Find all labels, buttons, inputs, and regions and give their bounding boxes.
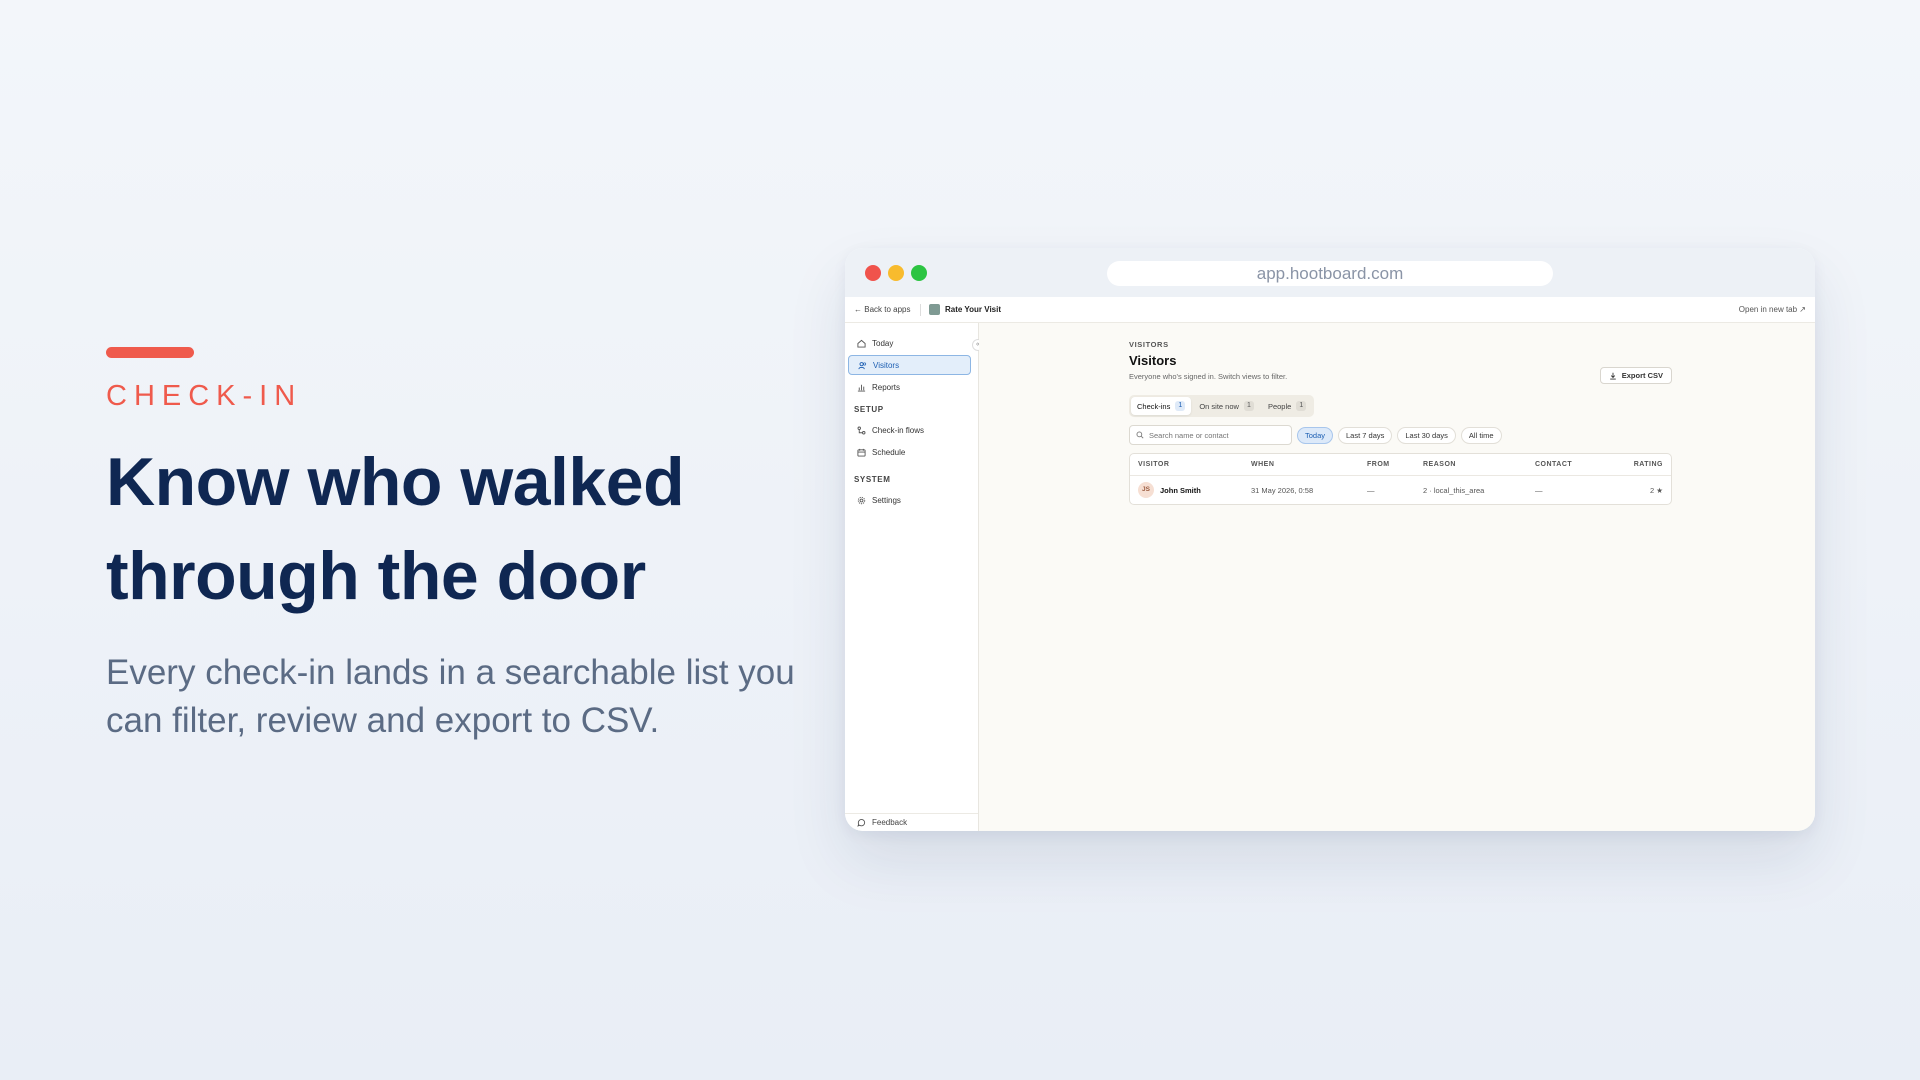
tab-label: Check-ins	[1137, 402, 1170, 411]
page-title: Visitors	[1129, 353, 1672, 368]
sidebar-item-visitors[interactable]: Visitors	[848, 355, 971, 375]
maximize-window-dot[interactable]	[911, 265, 927, 281]
app-name: Rate Your Visit	[945, 305, 1001, 314]
visitor-name: John Smith	[1160, 486, 1201, 495]
tab-people[interactable]: People 1	[1262, 397, 1312, 415]
visitors-table: VISITOR WHEN FROM REASON CONTACT RATING …	[1129, 453, 1672, 505]
table-row[interactable]: JS John Smith 31 May 2026, 0:58 — 2 · lo…	[1130, 476, 1671, 504]
sidebar-item-today[interactable]: Today	[848, 333, 971, 353]
column-header-rating[interactable]: RATING	[1627, 461, 1663, 468]
tab-label: People	[1268, 402, 1291, 411]
bar-chart-icon	[857, 383, 866, 392]
range-chip-today[interactable]: Today	[1297, 427, 1333, 444]
app-body: « Today Visitors Reports SETUP Check-in …	[845, 323, 1815, 831]
search-icon	[1136, 431, 1144, 439]
sidebar-item-label: Today	[872, 339, 893, 348]
tab-count-badge: 1	[1296, 401, 1306, 411]
filter-bar: Today Last 7 days Last 30 days All time	[1129, 425, 1672, 445]
calendar-icon	[857, 448, 866, 457]
tab-label: On site now	[1199, 402, 1239, 411]
back-to-apps-label: Back to apps	[864, 305, 910, 314]
rating-cell: 2 ★	[1627, 486, 1663, 495]
download-icon	[1609, 372, 1617, 380]
sidebar-item-label: Check-in flows	[872, 426, 924, 435]
range-chip-last-30-days[interactable]: Last 30 days	[1397, 427, 1456, 444]
column-header-reason[interactable]: REASON	[1423, 461, 1535, 468]
sidebar-item-check-in-flows[interactable]: Check-in flows	[848, 420, 971, 440]
page-eyebrow: VISITORS	[1129, 340, 1672, 349]
range-chip-all-time[interactable]: All time	[1461, 427, 1502, 444]
home-icon	[857, 339, 866, 348]
users-icon	[858, 361, 867, 370]
app-logo-icon	[929, 304, 940, 315]
open-in-new-tab-link[interactable]: Open in new tab ↗	[1739, 305, 1806, 314]
from-cell: —	[1367, 486, 1423, 495]
sidebar-section-system: SYSTEM	[854, 475, 891, 484]
address-bar[interactable]: app.hootboard.com	[1107, 261, 1553, 286]
external-link-icon: ↗	[1799, 305, 1806, 314]
browser-chrome: app.hootboard.com	[845, 248, 1815, 297]
reason-cell: 2 · local_this_area	[1423, 486, 1535, 495]
tab-count-badge: 1	[1244, 401, 1254, 411]
flow-icon	[857, 426, 866, 435]
chat-bubble-icon	[857, 818, 866, 827]
column-header-when[interactable]: WHEN	[1251, 461, 1367, 468]
avatar: JS	[1138, 482, 1154, 498]
column-header-visitor[interactable]: VISITOR	[1138, 461, 1251, 468]
sidebar-item-label: Visitors	[873, 361, 899, 370]
sidebar: « Today Visitors Reports SETUP Check-in …	[845, 323, 979, 831]
back-to-apps-link[interactable]: ← Back to apps	[854, 305, 910, 314]
export-csv-label: Export CSV	[1622, 371, 1663, 380]
sidebar-item-settings[interactable]: Settings	[848, 490, 971, 510]
export-csv-button[interactable]: Export CSV	[1600, 367, 1672, 384]
sidebar-item-label: Reports	[872, 383, 900, 392]
search-input[interactable]	[1149, 431, 1289, 440]
tab-check-ins[interactable]: Check-ins 1	[1131, 397, 1191, 415]
hero-section: CHECK-IN Know who walked through the doo…	[106, 347, 826, 745]
accent-bar	[106, 347, 194, 358]
sidebar-section-setup: SETUP	[854, 405, 884, 414]
hero-subhead: Every check-in lands in a searchable lis…	[106, 649, 806, 745]
contact-cell: —	[1535, 486, 1627, 495]
minimize-window-dot[interactable]	[888, 265, 904, 281]
tab-count-badge: 1	[1175, 401, 1185, 411]
arrow-left-icon: ←	[854, 305, 862, 314]
visitor-cell: JS John Smith	[1138, 482, 1251, 498]
when-cell: 31 May 2026, 0:58	[1251, 486, 1367, 495]
hero-headline-line1: Know who walked	[106, 435, 826, 529]
range-chip-last-7-days[interactable]: Last 7 days	[1338, 427, 1392, 444]
column-header-contact[interactable]: CONTACT	[1535, 461, 1627, 468]
gear-icon	[857, 496, 866, 505]
table-header: VISITOR WHEN FROM REASON CONTACT RATING	[1130, 454, 1671, 476]
main-content: VISITORS Visitors Everyone who's signed …	[979, 323, 1815, 831]
sidebar-item-label: Schedule	[872, 448, 905, 457]
open-in-new-tab-label: Open in new tab	[1739, 305, 1797, 314]
view-tabs: Check-ins 1 On site now 1 People 1	[1129, 395, 1314, 417]
browser-window: app.hootboard.com ← Back to apps Rate Yo…	[845, 248, 1815, 831]
sidebar-item-schedule[interactable]: Schedule	[848, 442, 971, 462]
page-description: Everyone who's signed in. Switch views t…	[1129, 372, 1672, 381]
search-field[interactable]	[1129, 425, 1292, 445]
close-window-dot[interactable]	[865, 265, 881, 281]
sidebar-item-label: Settings	[872, 496, 901, 505]
tab-on-site-now[interactable]: On site now 1	[1193, 397, 1260, 415]
hero-eyebrow: CHECK-IN	[106, 380, 826, 413]
hero-headline-line2: through the door	[106, 529, 826, 623]
hero-headline: Know who walked through the door	[106, 435, 826, 623]
visitors-panel: VISITORS Visitors Everyone who's signed …	[1129, 340, 1672, 505]
feedback-button[interactable]: Feedback	[845, 813, 978, 831]
app-bar: ← Back to apps Rate Your Visit Open in n…	[845, 297, 1815, 323]
column-header-from[interactable]: FROM	[1367, 461, 1423, 468]
feedback-label: Feedback	[872, 818, 907, 827]
sidebar-item-reports[interactable]: Reports	[848, 377, 971, 397]
appbar-divider	[920, 304, 921, 316]
